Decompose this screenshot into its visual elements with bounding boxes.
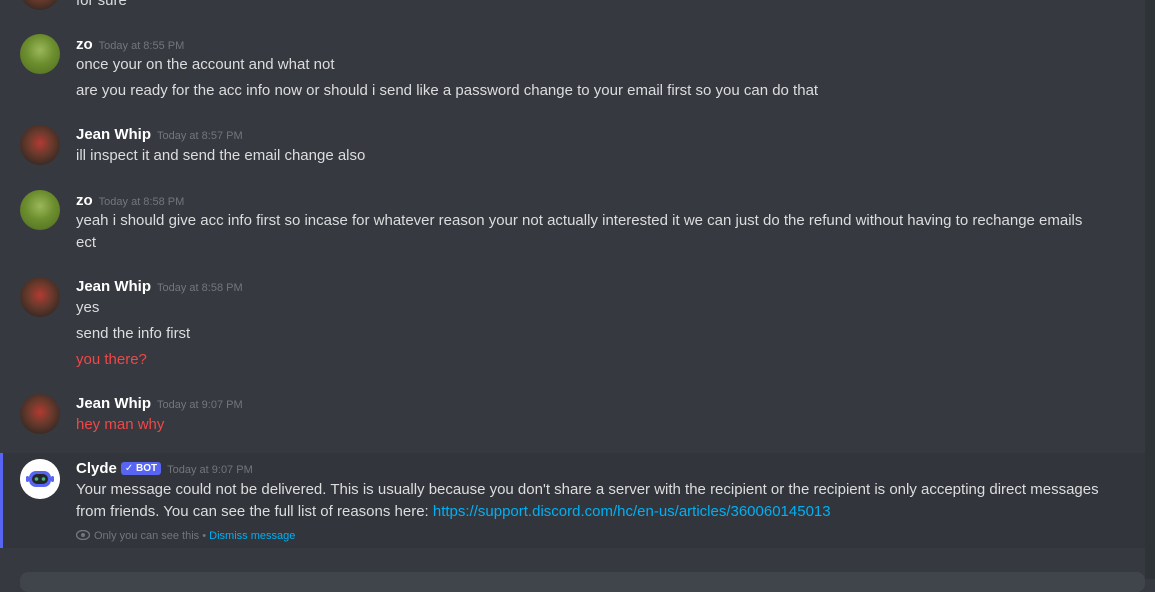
failed-message-text: hey man why xyxy=(76,416,165,433)
message-text: once your on the account and what not xyxy=(76,56,335,73)
eye-icon xyxy=(75,529,91,541)
message-header: Jean Whip Today at 8:58 PM xyxy=(76,278,243,296)
timestamp: Today at 8:58 PM xyxy=(157,282,243,294)
username[interactable]: Jean Whip xyxy=(76,126,151,143)
username[interactable]: zo xyxy=(76,192,93,209)
message-text: yes xyxy=(76,299,100,316)
message-text: ill inspect it and send the email change… xyxy=(76,147,366,164)
message-text: yeah i should give acc info first so inc… xyxy=(76,212,1083,229)
note-text: Only you can see this xyxy=(94,530,200,542)
message-text: ect xyxy=(76,234,97,251)
avatar[interactable] xyxy=(20,394,60,434)
bot-badge: ✓ BOT xyxy=(120,462,162,475)
avatar[interactable] xyxy=(20,0,60,10)
username[interactable]: zo xyxy=(76,36,93,53)
support-link[interactable]: https://support.discord.com/hc/en-us/art… xyxy=(433,503,831,520)
timestamp: Today at 9:07 PM xyxy=(157,399,243,411)
scrollbar[interactable] xyxy=(1145,0,1155,579)
timestamp: Today at 8:55 PM xyxy=(98,40,185,52)
ephemeral-note: Only you can see this • Dismiss message xyxy=(75,529,295,542)
avatar[interactable] xyxy=(20,34,60,74)
message-composer[interactable] xyxy=(20,572,1145,592)
avatar[interactable] xyxy=(20,277,60,317)
avatar[interactable] xyxy=(20,125,60,165)
username[interactable]: Jean Whip xyxy=(76,278,151,295)
timestamp: Today at 8:57 PM xyxy=(157,130,243,142)
dismiss-message-link[interactable]: Dismiss message xyxy=(209,530,295,542)
message-header: zo Today at 8:58 PM xyxy=(76,192,184,210)
message-text: are you ready for the acc info now or sh… xyxy=(76,82,819,99)
message-text: send the info first xyxy=(76,325,191,342)
message-text-prefix: from friends. You can see the full list … xyxy=(76,503,433,520)
failed-message-text: you there? xyxy=(76,351,147,368)
robot-icon xyxy=(20,459,60,499)
clyde-avatar[interactable] xyxy=(20,459,60,499)
message-header: Clyde ✓ BOT Today at 9:07 PM xyxy=(76,460,253,478)
message-text: for sure xyxy=(76,0,127,9)
message-header: Jean Whip Today at 9:07 PM xyxy=(76,395,243,413)
timestamp: Today at 8:58 PM xyxy=(98,196,185,208)
username[interactable]: Clyde xyxy=(76,460,117,477)
message-text: from friends. You can see the full list … xyxy=(76,503,831,520)
username[interactable]: Jean Whip xyxy=(76,395,151,412)
message-header: Jean Whip Today at 8:57 PM xyxy=(76,126,243,144)
timestamp: Today at 9:07 PM xyxy=(167,464,253,476)
avatar[interactable] xyxy=(20,190,60,230)
note-separator: • xyxy=(199,530,210,542)
message-header: zo Today at 8:55 PM xyxy=(76,36,184,54)
message-text: Your message could not be delivered. Thi… xyxy=(76,481,1099,498)
